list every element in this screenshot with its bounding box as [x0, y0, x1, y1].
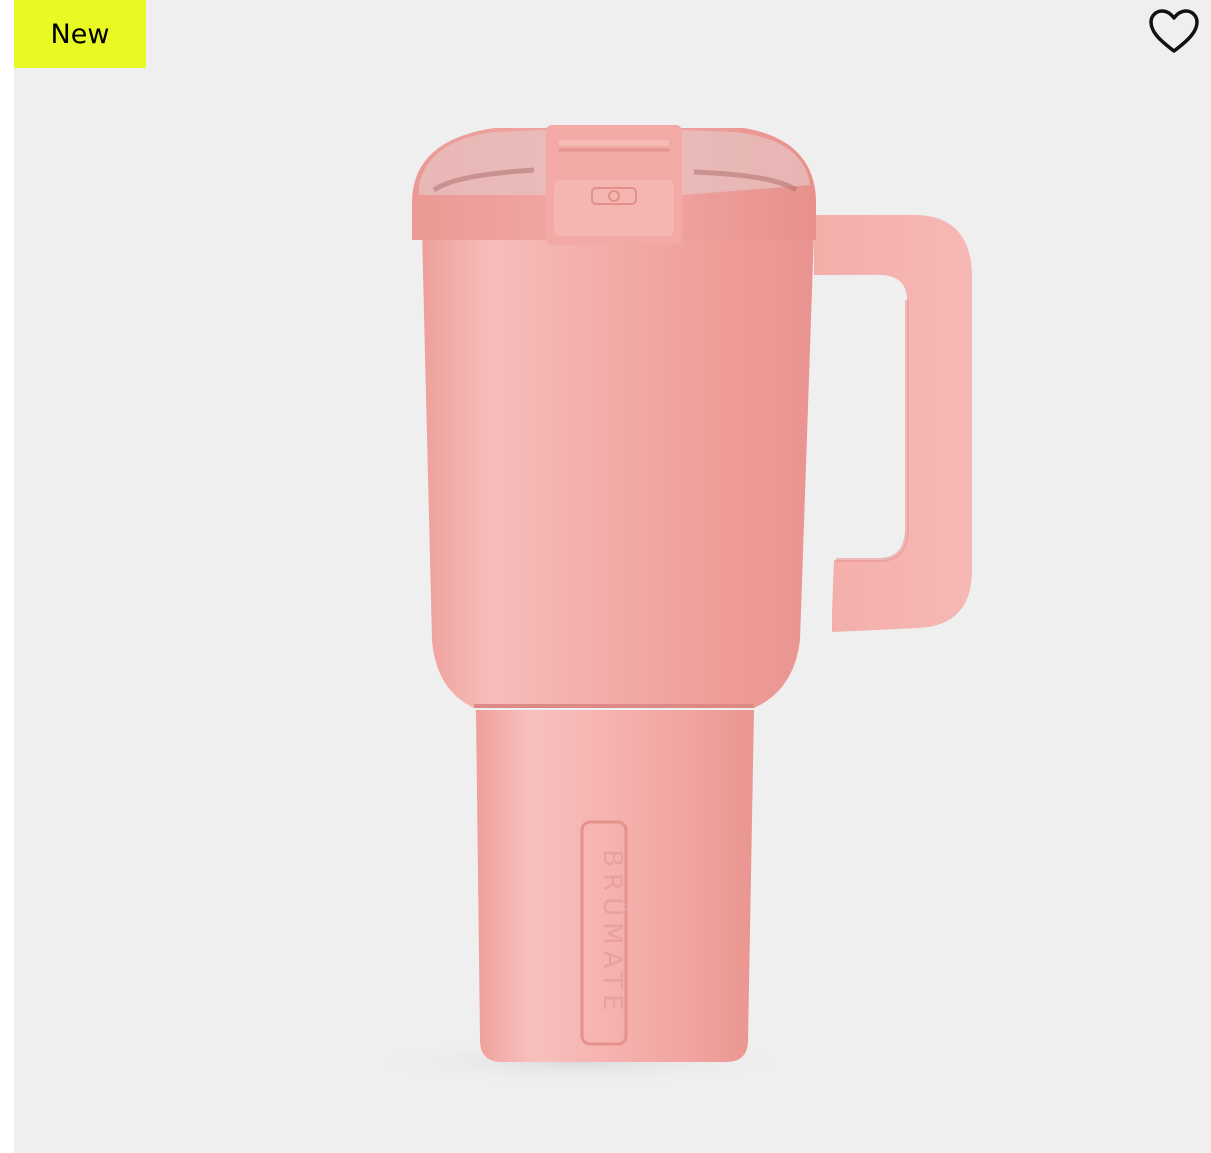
- product-card[interactable]: BRÜMATE New: [14, 0, 1211, 1153]
- mug-body: [422, 232, 814, 708]
- new-badge-label: New: [50, 18, 110, 50]
- new-badge: New: [14, 0, 146, 68]
- wishlist-button[interactable]: [1146, 4, 1202, 60]
- mug-handle: [814, 215, 972, 632]
- mug-base: BRÜMATE: [476, 710, 754, 1062]
- svg-text:BRÜMATE: BRÜMATE: [597, 849, 629, 1016]
- product-image[interactable]: BRÜMATE: [14, 0, 1211, 1153]
- mug-lid: [412, 125, 816, 245]
- heart-outline-icon: [1149, 9, 1199, 53]
